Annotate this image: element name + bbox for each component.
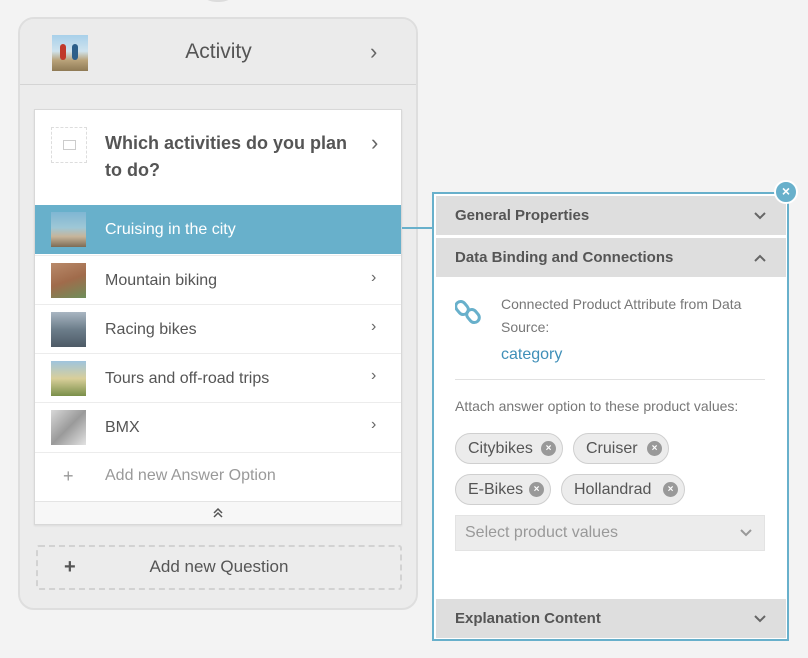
option-label: Mountain biking	[105, 272, 218, 289]
answer-option-cruising[interactable]: Cruising in the city	[35, 205, 401, 254]
tag-citybikes: Citybikes ×	[455, 433, 563, 464]
tag-e-bikes: E-Bikes ×	[455, 474, 551, 505]
question-inner-card: Which activities do you plan to do? › Cr…	[34, 109, 402, 525]
select-placeholder: Select product values	[465, 524, 618, 541]
add-answer-option-label: Add new Answer Option	[105, 467, 276, 484]
remove-tag-icon[interactable]: ×	[541, 441, 556, 456]
chevron-down-icon	[754, 599, 766, 638]
add-answer-option-button[interactable]: + Add new Answer Option	[35, 452, 401, 501]
answer-option-racing-bikes[interactable]: Racing bikes ›	[35, 304, 401, 353]
product-values-select[interactable]: Select product values	[455, 515, 765, 551]
question-title: Which activities do you plan to do?	[105, 133, 348, 180]
chevron-right-icon[interactable]: ›	[371, 318, 376, 336]
tag-cruiser: Cruiser ×	[573, 433, 669, 464]
chevron-right-icon[interactable]: ›	[371, 269, 376, 287]
question-card: Activity › Which activities do you plan …	[18, 17, 418, 610]
answer-option-tours[interactable]: Tours and off-road trips ›	[35, 353, 401, 402]
section-data-binding[interactable]: Data Binding and Connections	[436, 238, 786, 277]
chevron-down-icon	[754, 196, 766, 235]
question-group-header[interactable]: Activity ›	[20, 19, 416, 85]
connector-stub	[198, 0, 238, 2]
section-title: General Properties	[455, 207, 590, 224]
chevron-right-icon[interactable]: ›	[371, 130, 378, 156]
add-question-button[interactable]: + Add new Question	[36, 545, 402, 590]
properties-panel: General Properties Data Binding and Conn…	[432, 192, 789, 641]
option-label: Cruising in the city	[105, 221, 236, 238]
question-group-title: Activity	[185, 40, 252, 63]
option-thumbnail	[51, 361, 86, 396]
tag-label: Citybikes	[468, 440, 533, 457]
activity-thumbnail	[52, 35, 88, 71]
tag-label: Hollandrad	[574, 481, 652, 498]
section-title: Data Binding and Connections	[455, 249, 674, 266]
connected-attribute-value[interactable]: category	[501, 346, 562, 364]
collapse-up-icon[interactable]	[35, 501, 401, 524]
option-thumbnail	[51, 263, 86, 298]
connected-attribute-label: Connected Product Attribute from Data So…	[501, 296, 742, 335]
tag-label: Cruiser	[586, 440, 638, 457]
option-label: BMX	[105, 419, 140, 436]
option-thumbnail	[51, 212, 86, 247]
link-icon	[455, 299, 481, 325]
answer-option-mountain-biking[interactable]: Mountain biking ›	[35, 255, 401, 304]
remove-tag-icon[interactable]: ×	[663, 482, 678, 497]
section-explanation-content[interactable]: Explanation Content	[436, 599, 786, 638]
add-question-label: Add new Question	[149, 557, 289, 576]
option-label: Racing bikes	[105, 321, 197, 338]
remove-tag-icon[interactable]: ×	[529, 482, 544, 497]
remove-tag-icon[interactable]: ×	[647, 441, 662, 456]
option-label: Tours and off-road trips	[105, 370, 270, 387]
tag-label: E-Bikes	[468, 481, 524, 498]
chevron-right-icon[interactable]: ›	[370, 39, 377, 65]
close-icon[interactable]: ×	[774, 180, 798, 204]
panel-connector-line	[402, 227, 433, 229]
attach-values-label: Attach answer option to these product va…	[455, 398, 739, 414]
section-title: Explanation Content	[455, 610, 601, 627]
answer-option-bmx[interactable]: BMX ›	[35, 402, 401, 451]
chevron-down-icon	[740, 516, 752, 550]
chevron-right-icon[interactable]: ›	[371, 367, 376, 385]
option-thumbnail	[51, 410, 86, 445]
image-placeholder-icon[interactable]	[51, 127, 87, 163]
chevron-right-icon[interactable]: ›	[371, 416, 376, 434]
question-header[interactable]: Which activities do you plan to do? ›	[35, 110, 401, 206]
option-thumbnail	[51, 312, 86, 347]
tag-hollandrad: Hollandrad ×	[561, 474, 685, 505]
divider	[455, 379, 765, 380]
section-general-properties[interactable]: General Properties	[436, 196, 786, 235]
chevron-up-icon	[754, 238, 766, 277]
plus-icon: +	[63, 466, 74, 486]
